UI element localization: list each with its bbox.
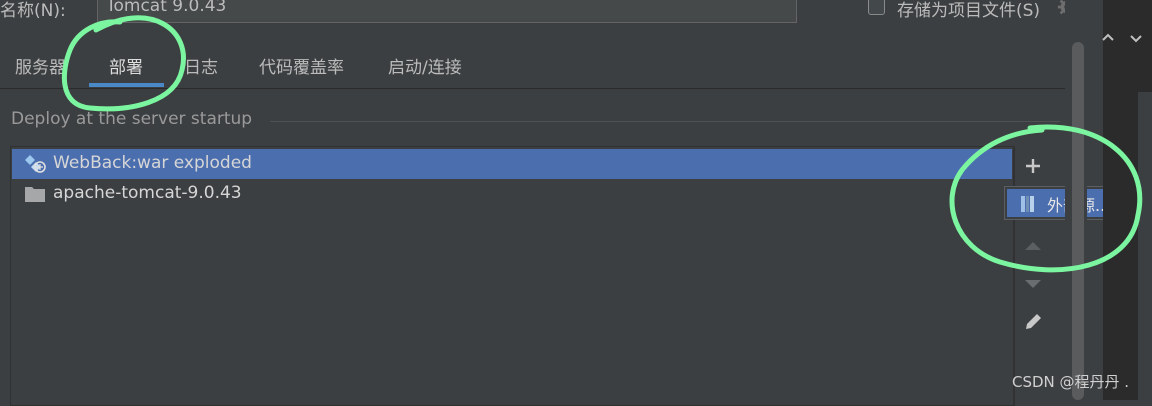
folder-icon	[25, 187, 45, 202]
deployment-list[interactable]: WebBack:war exploded apache-tomcat-9.0.4…	[10, 146, 1014, 406]
active-tab-indicator	[89, 83, 164, 87]
watermark: CSDN @程丹丹 .	[1012, 373, 1130, 391]
list-item-label: apache-tomcat-9.0.43	[53, 183, 242, 203]
name-label: 名称(N):	[0, 1, 66, 21]
external-source-icon	[1021, 196, 1034, 212]
section-title: Deploy at the server startup	[11, 109, 253, 129]
tab-logs[interactable]: 日志	[184, 53, 218, 83]
plus-icon[interactable]	[1021, 154, 1045, 178]
name-input[interactable]: Tomcat 9.0.43	[97, 0, 797, 23]
pencil-icon[interactable]	[1021, 310, 1045, 334]
chevron-up-icon[interactable]	[1100, 30, 1116, 46]
scrollbar-thumb[interactable]	[1072, 42, 1084, 400]
tab-code-coverage[interactable]: 代码覆盖率	[259, 53, 344, 83]
editor-gutter-strip	[1138, 92, 1152, 400]
store-as-project-file-label: 存储为项目文件(S)	[897, 1, 1041, 21]
artifact-icon	[25, 155, 46, 173]
arrow-up-icon[interactable]	[1021, 234, 1045, 258]
panel-divider	[0, 88, 1065, 89]
tab-startup-connection[interactable]: 启动/连接	[388, 53, 462, 83]
tab-server[interactable]: 服务器	[15, 53, 66, 83]
deployment-toolbar	[1014, 146, 1050, 406]
list-item[interactable]: WebBack:war exploded	[12, 149, 1012, 179]
section-separator	[270, 121, 1060, 122]
name-input-value: Tomcat 9.0.43	[106, 0, 227, 16]
chevron-down-icon[interactable]	[1128, 30, 1144, 46]
list-item-label: WebBack:war exploded	[53, 153, 252, 173]
store-as-project-file-checkbox[interactable]	[868, 0, 885, 15]
arrow-down-icon[interactable]	[1021, 272, 1045, 296]
tab-deployment[interactable]: 部署	[109, 53, 143, 83]
list-item[interactable]: apache-tomcat-9.0.43	[12, 179, 1012, 209]
